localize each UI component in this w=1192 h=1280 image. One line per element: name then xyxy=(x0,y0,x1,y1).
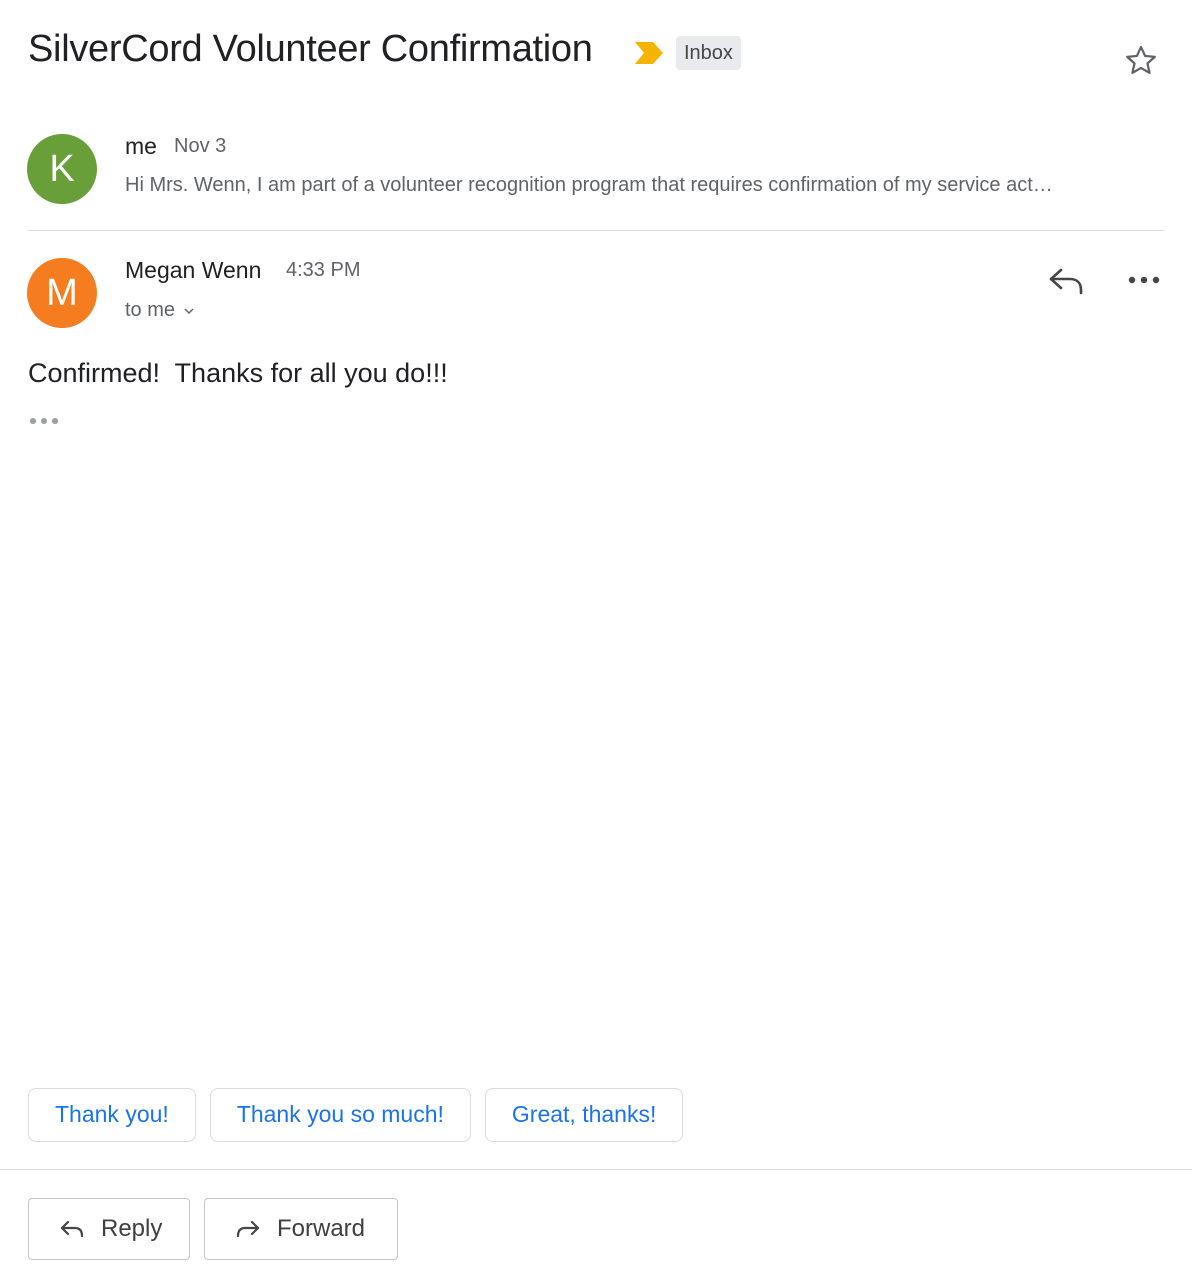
forward-label: Forward xyxy=(277,1215,366,1242)
smart-reply-chip[interactable]: Great, thanks! xyxy=(484,1088,684,1142)
show-trimmed-content-icon[interactable] xyxy=(28,412,62,430)
reply-label: Reply xyxy=(101,1215,163,1242)
importance-marker-icon[interactable] xyxy=(634,40,664,66)
thread-header: SilverCord Volunteer Confirmation Inbox xyxy=(28,26,1164,82)
smart-reply-chip[interactable]: Thank you so much! xyxy=(209,1088,471,1142)
message-divider xyxy=(28,230,1164,231)
reply-icon xyxy=(60,1220,84,1238)
smart-reply-bar: Thank you! Thank you so much! Great, tha… xyxy=(28,1088,684,1142)
thread-subject: SilverCord Volunteer Confirmation xyxy=(28,28,593,70)
forward-icon xyxy=(236,1220,260,1238)
message-snippet: Hi Mrs. Wenn, I am part of a volunteer r… xyxy=(125,174,1053,196)
chevron-down-icon xyxy=(184,308,194,314)
message-time: 4:33 PM xyxy=(286,259,361,281)
message-actions: Reply Forward xyxy=(28,1198,398,1260)
star-icon[interactable] xyxy=(1122,42,1160,80)
message-date: Nov 3 xyxy=(174,135,227,157)
reply-icon[interactable] xyxy=(1046,262,1086,298)
recipient-details-toggle[interactable]: to me xyxy=(125,299,195,322)
inbox-label-chip[interactable]: Inbox xyxy=(676,36,741,70)
recipient-label: to me xyxy=(125,299,176,321)
sender-name: me xyxy=(125,133,157,159)
message-body: Confirmed! Thanks for all you do!!! xyxy=(28,358,448,388)
forward-button[interactable]: Forward xyxy=(204,1198,398,1260)
more-options-icon[interactable] xyxy=(1124,266,1164,294)
smart-reply-chip[interactable]: Thank you! xyxy=(28,1088,196,1142)
reply-button[interactable]: Reply xyxy=(28,1198,190,1260)
avatar: M xyxy=(27,258,97,328)
sender-name: Megan Wenn xyxy=(125,257,262,283)
footer-divider xyxy=(0,1169,1192,1170)
avatar: K xyxy=(27,134,97,204)
